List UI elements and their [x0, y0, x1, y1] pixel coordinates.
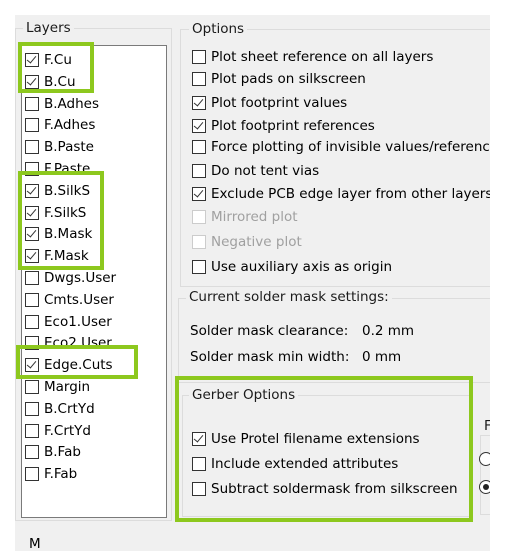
layer-eco1-user-label[interactable]: Eco1.User: [44, 314, 112, 330]
layer-b-paste-label[interactable]: B.Paste: [44, 139, 94, 155]
layer-b-crtyd-label[interactable]: B.CrtYd: [44, 401, 95, 417]
layer-f-crtyd-label[interactable]: F.CrtYd: [44, 423, 91, 439]
layer-f-paste-label[interactable]: F.Paste: [44, 161, 90, 177]
layer-f-mask-checkbox[interactable]: [25, 249, 39, 264]
layers-list[interactable]: F.Cu B.Cu B.Adhes F.Adhes B.Paste F.Paste B.Si…: [21, 45, 167, 518]
layer-b-adhes-label[interactable]: B.Adhes: [44, 96, 99, 112]
option-0-checkbox[interactable]: [192, 50, 206, 64]
layer-b-crtyd-checkbox[interactable]: [25, 401, 39, 416]
bottom-group-title: M: [29, 536, 41, 551]
option-5-checkbox[interactable]: [192, 164, 206, 178]
option-1-label[interactable]: Plot pads on silkscreen: [211, 71, 366, 87]
option-6-label[interactable]: Exclude PCB edge layer from other layers: [211, 186, 490, 202]
format-radio-1[interactable]: [479, 452, 490, 466]
layer-b-mask-checkbox[interactable]: [25, 227, 39, 242]
option-3-checkbox[interactable]: [192, 119, 206, 133]
option-8-checkbox: [192, 235, 206, 249]
layer-f-crtyd-checkbox[interactable]: [25, 423, 39, 438]
option-7-label: Mirrored plot: [211, 209, 298, 225]
options-title: Options: [189, 21, 248, 37]
layer-f-paste-checkbox[interactable]: [25, 162, 39, 176]
layer-dwgs-user-label[interactable]: Dwgs.User: [44, 270, 116, 286]
format-group-title: F: [481, 418, 490, 434]
layer-b-mask-label[interactable]: B.Mask: [44, 226, 92, 242]
layer-cmts-user-label[interactable]: Cmts.User: [44, 292, 114, 308]
plot-dialog: Layers F.Cu B.Cu B.Adhes F.Adhes B.Paste F.Pa…: [15, 15, 490, 551]
option-7-checkbox: [192, 210, 206, 224]
layer-edge-cuts-checkbox[interactable]: [25, 358, 39, 373]
gerber-option-1-checkbox[interactable]: [192, 457, 206, 471]
layer-f-cu-checkbox[interactable]: [25, 53, 39, 67]
solder-mask-clearance-value: 0.2 mm: [362, 323, 415, 339]
gerber-option-1-label[interactable]: Include extended attributes: [211, 456, 398, 472]
option-2-label[interactable]: Plot footprint values: [211, 95, 347, 111]
option-9-checkbox[interactable]: [192, 260, 206, 274]
layer-b-adhes-checkbox[interactable]: [25, 96, 39, 111]
layer-f-adhes-label[interactable]: F.Adhes: [44, 117, 95, 133]
gerber-option-0-label[interactable]: Use Protel filename extensions: [211, 431, 420, 447]
layer-b-paste-checkbox[interactable]: [25, 140, 39, 155]
gerber-option-2-checkbox[interactable]: [192, 482, 206, 496]
format-group: [480, 435, 490, 515]
layer-b-fab-label[interactable]: B.Fab: [44, 444, 81, 460]
layer-eco1-user-checkbox[interactable]: [25, 314, 39, 329]
layer-f-fab-checkbox[interactable]: [25, 467, 39, 482]
gerber-options-title: Gerber Options: [189, 387, 299, 403]
layer-b-cu-checkbox[interactable]: [25, 74, 39, 89]
layer-b-fab-checkbox[interactable]: [25, 445, 39, 460]
layer-f-adhes-checkbox[interactable]: [25, 118, 39, 133]
solder-mask-min-width-value: 0 mm: [362, 349, 402, 365]
option-4-label[interactable]: Force plotting of invisible values/refer…: [211, 139, 490, 155]
option-1-checkbox[interactable]: [192, 72, 206, 86]
layer-f-silks-label[interactable]: F.SilkS: [44, 205, 86, 221]
option-3-label[interactable]: Plot footprint references: [211, 118, 375, 134]
layer-f-silks-checkbox[interactable]: [25, 205, 39, 220]
layer-eco2-user-checkbox[interactable]: [25, 336, 39, 351]
layer-margin-checkbox[interactable]: [25, 380, 39, 394]
layer-dwgs-user-checkbox[interactable]: [25, 271, 39, 285]
option-6-checkbox[interactable]: [192, 187, 206, 201]
option-4-checkbox[interactable]: [192, 140, 206, 154]
option-0-label[interactable]: Plot sheet reference on all layers: [211, 49, 433, 65]
gerber-option-2-label[interactable]: Subtract soldermask from silkscreen: [211, 481, 458, 497]
layer-b-silks-label[interactable]: B.SilkS: [44, 183, 90, 199]
layer-edge-cuts-label[interactable]: Edge.Cuts: [44, 357, 113, 373]
solder-mask-clearance-label: Solder mask clearance:: [190, 323, 349, 339]
option-9-label[interactable]: Use auxiliary axis as origin: [211, 259, 392, 275]
layers-title: Layers: [23, 20, 74, 36]
format-radio-2[interactable]: [479, 480, 490, 494]
option-5-label[interactable]: Do not tent vias: [211, 163, 319, 179]
layer-f-cu-label[interactable]: F.Cu: [44, 52, 72, 68]
solder-mask-min-width-label: Solder mask min width:: [190, 349, 350, 365]
layer-b-silks-checkbox[interactable]: [25, 183, 39, 198]
layer-b-cu-label[interactable]: B.Cu: [44, 74, 76, 90]
layer-cmts-user-checkbox[interactable]: [25, 292, 39, 307]
layer-f-mask-label[interactable]: F.Mask: [44, 248, 89, 264]
option-8-label: Negative plot: [211, 234, 302, 250]
option-2-checkbox[interactable]: [192, 96, 206, 110]
layer-f-fab-label[interactable]: F.Fab: [44, 466, 77, 482]
layer-eco2-user-label[interactable]: Eco2.User: [44, 335, 112, 351]
layer-margin-label[interactable]: Margin: [44, 379, 90, 395]
solder-mask-title: Current solder mask settings:: [186, 289, 392, 305]
gerber-option-0-checkbox[interactable]: [192, 432, 206, 446]
solder-mask-group: [178, 298, 490, 383]
